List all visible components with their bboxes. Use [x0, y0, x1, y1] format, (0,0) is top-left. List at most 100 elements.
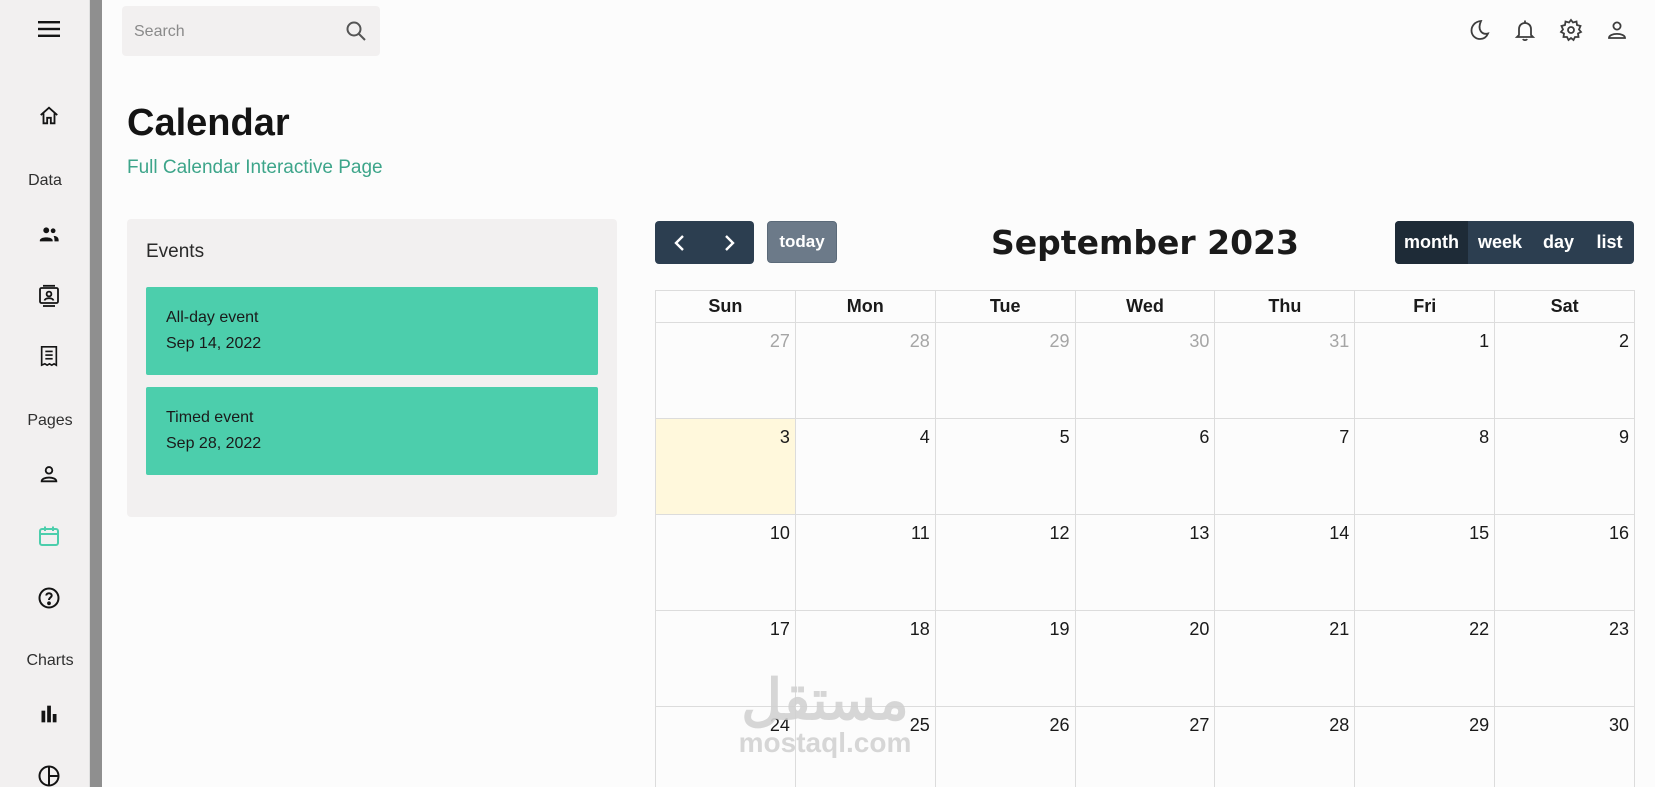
calendar-icon[interactable] — [33, 520, 65, 552]
view-week-button[interactable]: week — [1468, 221, 1532, 264]
calendar-title: September 2023 — [991, 223, 1299, 262]
day-number: 9 — [1619, 427, 1630, 447]
day-cell[interactable]: 30 — [1495, 707, 1636, 787]
day-number: 12 — [1049, 523, 1070, 543]
event-title: All-day event — [166, 309, 259, 326]
weekday-label: Sat — [1495, 291, 1636, 323]
week-row: 3 4 5 6 7 8 9 — [656, 419, 1636, 515]
notifications-icon[interactable] — [1512, 17, 1538, 43]
day-cell[interactable]: 29 — [1355, 707, 1496, 787]
next-month-button[interactable] — [704, 221, 753, 264]
day-cell[interactable]: 20 — [1075, 611, 1216, 707]
day-cell[interactable]: 31 — [1215, 323, 1356, 419]
contacts-icon[interactable] — [33, 280, 65, 312]
day-number: 7 — [1339, 427, 1350, 447]
day-cell[interactable]: 28 — [795, 323, 936, 419]
day-cell[interactable]: 22 — [1355, 611, 1496, 707]
search-box — [122, 6, 380, 56]
day-number: 15 — [1469, 523, 1490, 543]
dark-mode-icon[interactable] — [1466, 17, 1492, 43]
day-number: 26 — [1049, 715, 1070, 735]
faq-icon[interactable] — [33, 582, 65, 614]
view-day-button[interactable]: day — [1532, 221, 1585, 264]
team-icon[interactable] — [33, 218, 65, 250]
day-number: 29 — [1049, 331, 1070, 351]
day-number: 14 — [1329, 523, 1350, 543]
day-cell[interactable]: 27 — [1076, 707, 1216, 787]
calendar-nav-group — [655, 221, 754, 264]
weekday-label: Mon — [795, 291, 936, 323]
menu-icon[interactable] — [32, 14, 66, 44]
today-button[interactable]: today — [767, 221, 837, 263]
day-cell[interactable]: 11 — [795, 515, 936, 611]
sidebar: Data Pages Charts — [0, 0, 90, 787]
sidebar-heading-pages: Pages — [27, 412, 73, 429]
day-cell[interactable]: 12 — [935, 515, 1076, 611]
day-cell[interactable]: 14 — [1215, 515, 1356, 611]
day-number: 22 — [1469, 619, 1490, 639]
day-cell[interactable]: 29 — [935, 323, 1076, 419]
day-cell[interactable]: 19 — [935, 611, 1076, 707]
home-icon[interactable] — [33, 100, 65, 132]
day-number: 27 — [769, 331, 790, 351]
day-number: 10 — [769, 523, 790, 543]
view-month-button[interactable]: month — [1395, 221, 1468, 264]
day-cell-today[interactable]: 3 — [656, 419, 796, 515]
day-number: 16 — [1608, 523, 1630, 543]
prev-month-button[interactable] — [655, 221, 704, 264]
day-cell[interactable]: 2 — [1495, 323, 1636, 419]
search-icon[interactable] — [344, 19, 368, 43]
day-number: 27 — [1189, 715, 1210, 735]
day-cell[interactable]: 7 — [1215, 419, 1356, 515]
event-date: Sep 14, 2022 — [166, 335, 262, 352]
day-number: 21 — [1329, 619, 1350, 639]
day-cell[interactable]: 1 — [1355, 323, 1496, 419]
view-list-button[interactable]: list — [1585, 221, 1634, 264]
bar-chart-icon[interactable] — [33, 698, 65, 730]
event-title: Timed event — [166, 409, 254, 426]
day-number: 2 — [1619, 331, 1630, 351]
day-cell[interactable]: 28 — [1215, 707, 1356, 787]
day-number: 31 — [1329, 331, 1350, 351]
sidebar-scrollbar[interactable] — [90, 0, 102, 787]
profile-icon[interactable] — [33, 458, 65, 490]
watermark-latin: mostaql.com — [738, 727, 912, 758]
day-cell[interactable]: 21 — [1215, 611, 1356, 707]
day-number: 19 — [1049, 619, 1070, 639]
day-cell[interactable]: 26 — [936, 707, 1076, 787]
day-cell[interactable]: 15 — [1355, 515, 1496, 611]
day-cell[interactable]: 16 — [1495, 515, 1636, 611]
weekday-header: Sun Mon Tue Wed Thu Fri Sat — [656, 291, 1636, 323]
day-cell[interactable]: 5 — [935, 419, 1076, 515]
day-cell[interactable]: 30 — [1075, 323, 1216, 419]
invoices-icon[interactable] — [33, 340, 65, 372]
day-number: 6 — [1199, 427, 1210, 447]
calendar-view-group: month week day list — [1395, 221, 1634, 264]
day-cell[interactable]: 8 — [1355, 419, 1496, 515]
day-number: 4 — [919, 427, 930, 447]
event-card[interactable]: Timed event Sep 28, 2022 — [146, 387, 598, 475]
day-cell[interactable]: 6 — [1075, 419, 1216, 515]
day-cell[interactable]: 10 — [656, 515, 796, 611]
page-subtitle: Full Calendar Interactive Page — [127, 157, 383, 178]
settings-icon[interactable] — [1558, 17, 1584, 43]
day-number: 5 — [1059, 427, 1070, 447]
event-card[interactable]: All-day event Sep 14, 2022 — [146, 287, 598, 375]
day-cell[interactable]: 13 — [1075, 515, 1216, 611]
person-icon[interactable] — [1604, 17, 1630, 43]
event-date: Sep 28, 2022 — [166, 435, 262, 452]
day-number: 29 — [1469, 715, 1490, 735]
week-row: 27 28 29 30 31 1 2 — [656, 323, 1636, 419]
pie-chart-icon[interactable] — [33, 760, 65, 787]
weekday-label: Thu — [1215, 291, 1356, 323]
day-cell[interactable]: 9 — [1495, 419, 1636, 515]
search-input[interactable] — [134, 20, 334, 44]
day-cell[interactable]: 4 — [795, 419, 936, 515]
day-number: 8 — [1479, 427, 1490, 447]
day-number: 23 — [1608, 619, 1630, 639]
day-number: 13 — [1189, 523, 1210, 543]
day-cell[interactable]: 27 — [656, 323, 796, 419]
day-cell[interactable]: 23 — [1495, 611, 1636, 707]
watermark: مستقل mostaql.com — [725, 672, 925, 758]
page-title: Calendar — [127, 102, 290, 144]
